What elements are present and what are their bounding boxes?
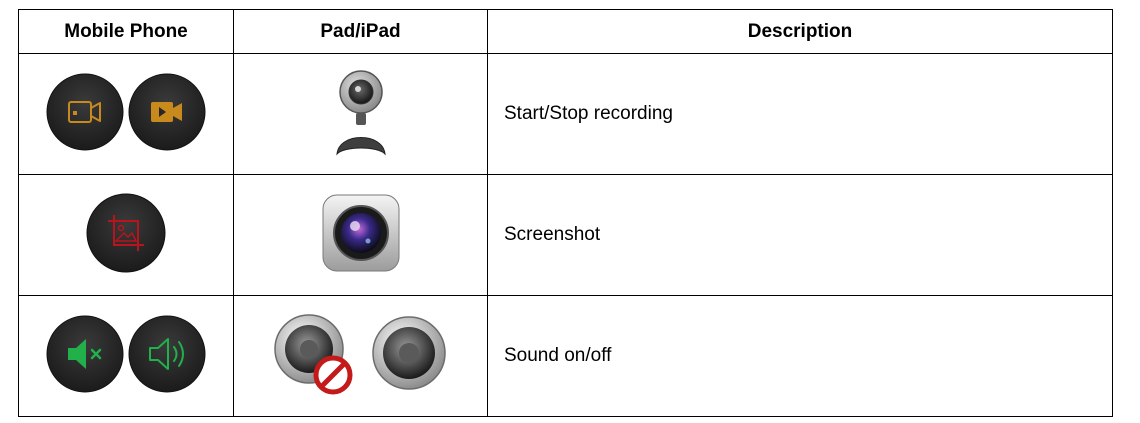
button-function-table: Mobile Phone Pad/iPad Description Start/… bbox=[18, 9, 1113, 417]
table-row: Start/Stop recording bbox=[18, 53, 1113, 175]
header-mobile-phone: Mobile Phone bbox=[18, 9, 234, 54]
pad-icons-cell bbox=[233, 295, 488, 417]
video-camera-filled-icon[interactable] bbox=[128, 73, 206, 151]
speaker-muted-icon[interactable] bbox=[46, 315, 124, 393]
crop-image-icon[interactable] bbox=[86, 193, 166, 273]
table-row: Sound on/off bbox=[18, 295, 1113, 417]
pad-icons-cell bbox=[233, 53, 488, 175]
speaker-muted-icon[interactable] bbox=[271, 309, 355, 399]
description-cell: Screenshot bbox=[487, 174, 1113, 296]
mobile-icons-cell bbox=[18, 295, 234, 417]
speaker-icon[interactable] bbox=[367, 309, 451, 399]
description-cell: Start/Stop recording bbox=[487, 53, 1113, 175]
webcam-icon[interactable] bbox=[333, 68, 389, 156]
table-row: Screenshot bbox=[18, 174, 1113, 296]
video-camera-outline-icon[interactable] bbox=[46, 73, 124, 151]
header-description: Description bbox=[487, 9, 1113, 54]
header-pad-ipad: Pad/iPad bbox=[233, 9, 488, 54]
pad-icons-cell bbox=[233, 174, 488, 296]
camera-lens-icon[interactable] bbox=[319, 193, 403, 273]
mobile-icons-cell bbox=[18, 174, 234, 296]
speaker-on-icon[interactable] bbox=[128, 315, 206, 393]
description-cell: Sound on/off bbox=[487, 295, 1113, 417]
table-header-row: Mobile Phone Pad/iPad Description bbox=[18, 9, 1113, 54]
mobile-icons-cell bbox=[18, 53, 234, 175]
